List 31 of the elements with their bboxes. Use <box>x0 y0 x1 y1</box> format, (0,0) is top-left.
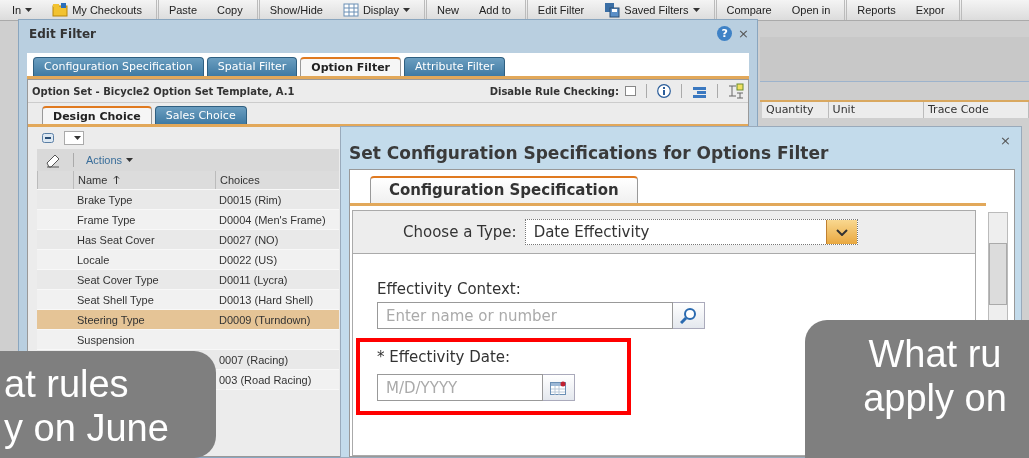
table-cell-text: Locale <box>76 253 111 266</box>
table-cell-text: Frame Type <box>76 213 137 226</box>
table-cell-text: D0022 (US) <box>218 253 279 266</box>
table-cell-text: D0011 (Lycra) <box>218 273 289 286</box>
callout-text: What ru <box>868 332 1002 376</box>
column-header: Quantity <box>762 102 829 118</box>
table-cell-text: D0015 (Rim) <box>218 193 283 206</box>
disable-rule-checking-label: Disable Rule Checking: <box>489 85 619 97</box>
table-cell-text: Has Seat Cover <box>76 233 156 246</box>
dialog-title: Set Configuration Specifications for Options Filter <box>349 142 830 163</box>
table-cell-text: D0013 (Hard Shell) <box>218 293 315 306</box>
table-cell-text: Suspension <box>76 333 136 346</box>
callout-text: y on June <box>4 406 169 450</box>
table-cell-text: Brake Type <box>76 193 134 206</box>
table-cell-text: D0009 (Turndown) <box>218 313 312 326</box>
callout-text: at rules <box>4 362 129 406</box>
option-set-label: Option Set - Bicycle2 Option Set Template, A.1 <box>32 85 295 97</box>
dialog-title: Edit Filter <box>29 26 98 41</box>
table-cell-text: 003 (Road Racing) <box>218 373 313 386</box>
column-header: Unit <box>828 102 924 118</box>
field-label: * Effectivity Date: <box>377 348 512 366</box>
table-cell-text: D0027 (NO) <box>218 233 280 246</box>
table-cell-text: 0007 (Racing) <box>218 353 290 366</box>
column-header: Trace Code <box>924 102 1029 118</box>
table-cell-text: Seat Shell Type <box>76 293 155 306</box>
type-label: Choose a Type: <box>403 223 517 241</box>
callout-text: apply on <box>863 376 1007 420</box>
table-cell-text: Seat Cover Type <box>76 273 160 286</box>
field-label: Effectivity Context: <box>377 280 522 298</box>
table-cell-text: D0004 (Men's Frame) <box>218 213 327 226</box>
table-cell-text: Steering Type <box>76 313 146 326</box>
